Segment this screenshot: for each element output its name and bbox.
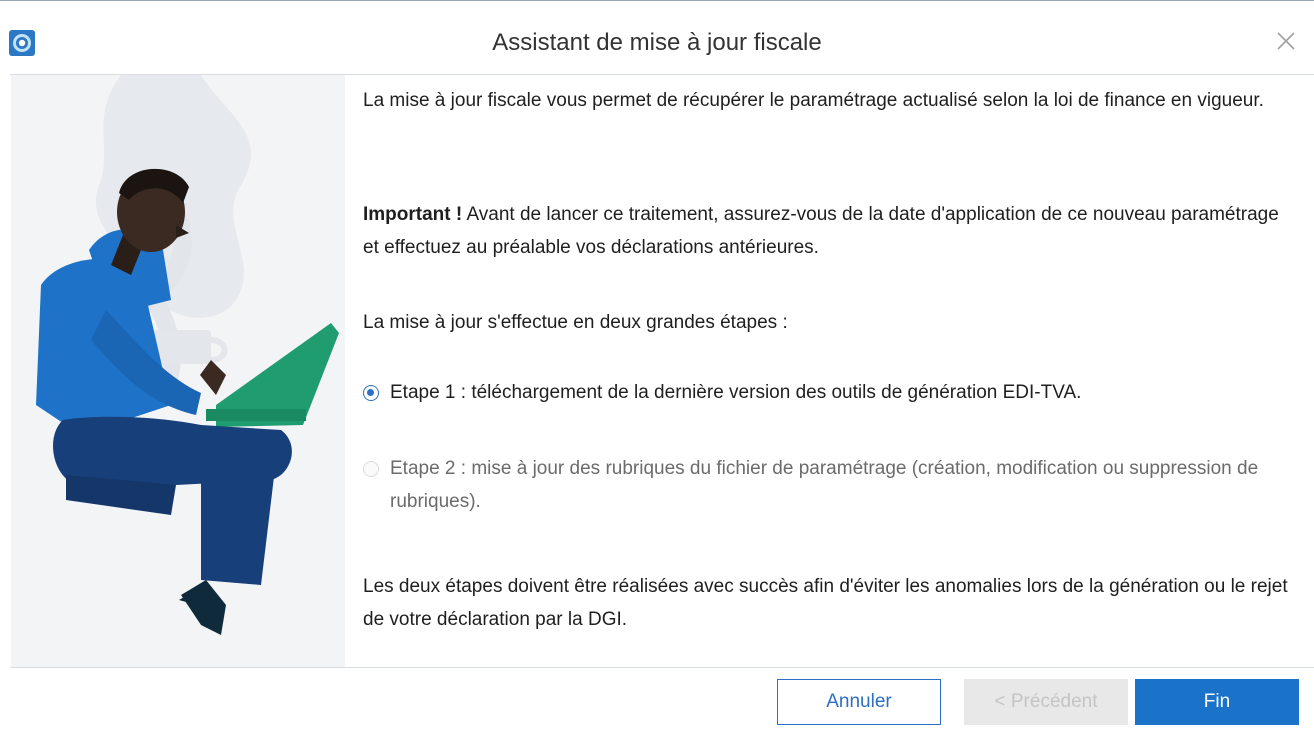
person-with-laptop-illustration <box>11 75 345 667</box>
step-2-radio <box>363 461 379 477</box>
steps-intro-text: La mise à jour s'effectue en deux grande… <box>363 312 788 333</box>
finish-button[interactable]: Fin <box>1135 679 1299 725</box>
previous-button: < Précédent <box>964 679 1128 725</box>
title-bar: Assistant de mise à jour fiscale <box>0 1 1314 73</box>
intro-text: La mise à jour fiscale vous permet de ré… <box>363 90 1264 111</box>
conclusion-text: Les deux étapes doivent être réalisées a… <box>363 576 1288 630</box>
important-text: Avant de lancer ce traitement, assurez-v… <box>363 204 1279 258</box>
step-2-label: Etape 2 : mise à jour des rubriques du f… <box>390 458 1259 512</box>
close-icon[interactable] <box>1272 27 1300 55</box>
button-bar: Annuler < Précédent Fin <box>0 669 1314 732</box>
important-notice: Important ! Avant de lancer ce traitemen… <box>363 198 1293 264</box>
step-1-radio[interactable] <box>363 385 379 401</box>
important-label: Important ! <box>363 204 463 225</box>
cancel-button[interactable]: Annuler <box>777 679 941 725</box>
step-1-label: Etape 1 : téléchargement de la dernière … <box>390 382 1082 403</box>
window-title: Assistant de mise à jour fiscale <box>492 29 822 56</box>
wizard-dialog: Assistant de mise à jour fiscale La mise… <box>0 0 1314 731</box>
